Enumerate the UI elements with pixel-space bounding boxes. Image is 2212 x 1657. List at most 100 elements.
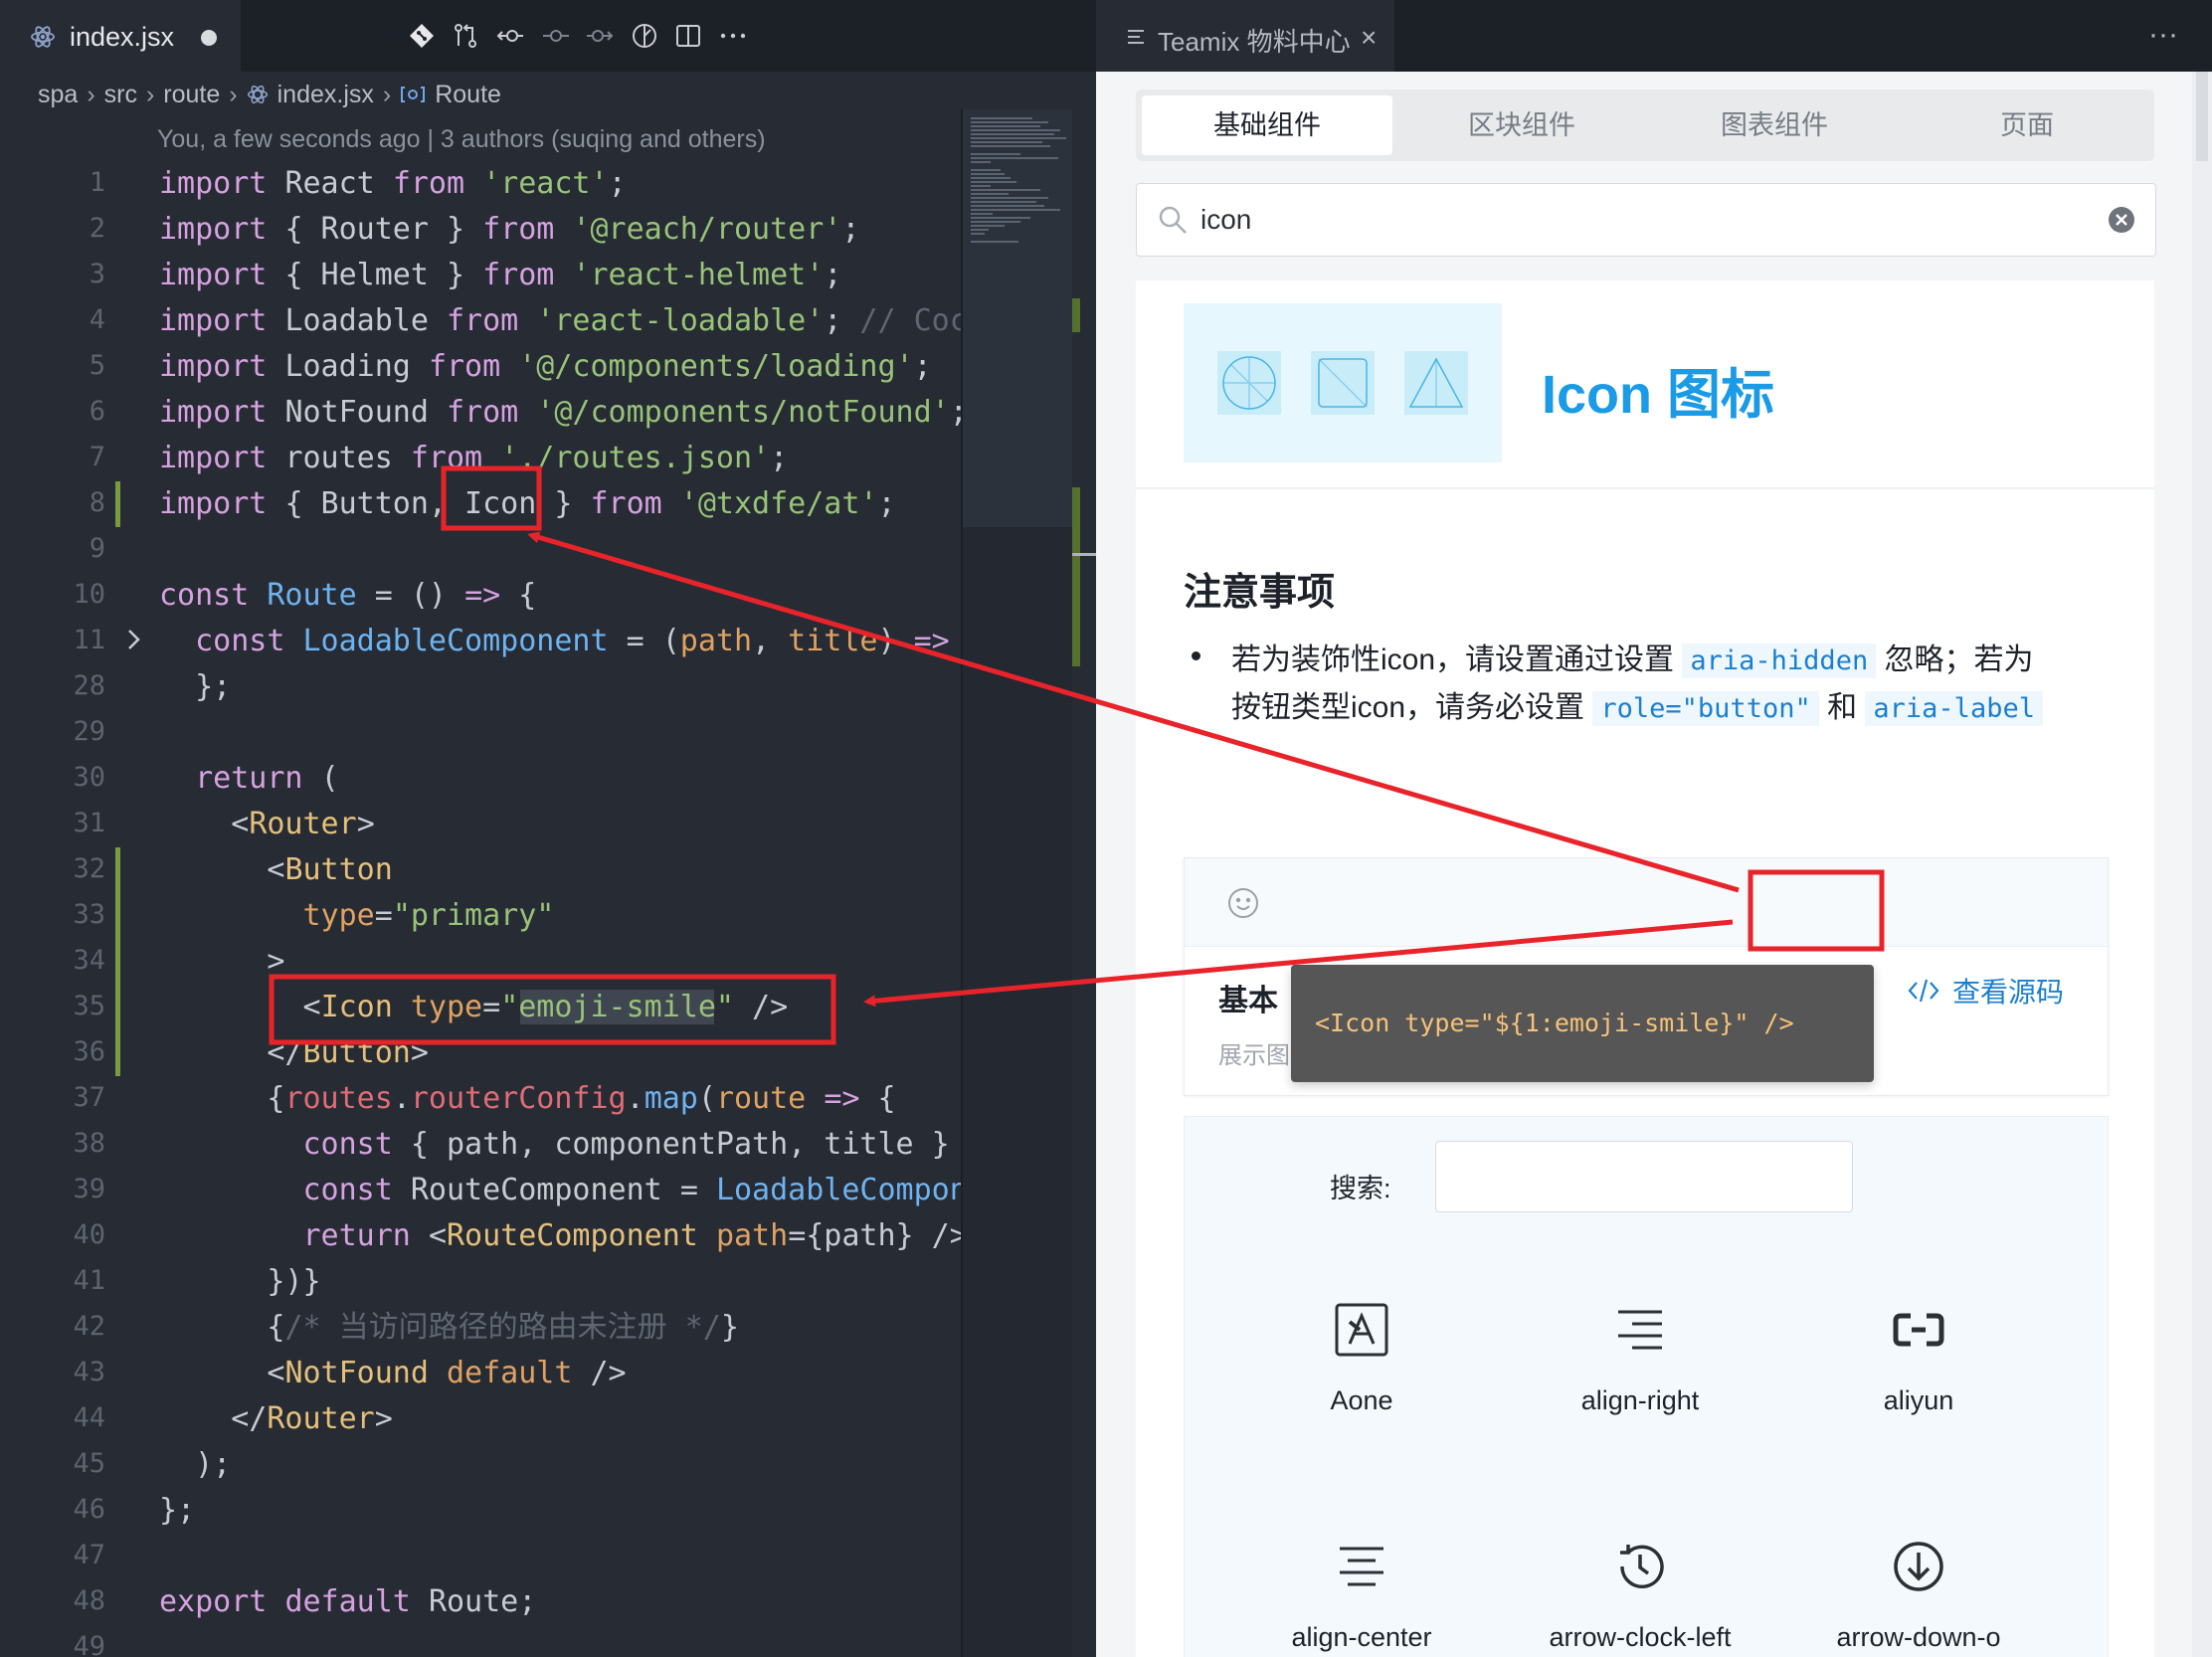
minimap-line [971, 193, 1009, 195]
breadcrumb-item[interactable]: index.jsx [277, 81, 374, 109]
line-number: 5 [89, 350, 105, 381]
code-line[interactable]: <Icon type="emoji-smile" /> [159, 985, 788, 1030]
code-token: /> [590, 1356, 627, 1390]
component-search-input[interactable]: icon [1136, 183, 2156, 257]
code-line[interactable]: return ( [159, 756, 339, 802]
minimap-line [971, 221, 1020, 223]
code-line[interactable]: const LoadableComponent = (path, title) … [159, 619, 950, 664]
fold-chevron-icon[interactable] [123, 625, 145, 654]
code-token: import [159, 258, 285, 292]
more-actions-icon[interactable] [718, 22, 748, 50]
breadcrumb-item[interactable]: route [163, 81, 220, 109]
minimap-viewport[interactable] [963, 109, 1074, 527]
minimap-line [971, 217, 1030, 219]
code-token: map [644, 1081, 698, 1116]
code-line[interactable]: const { path, componentPath, title } [159, 1122, 949, 1168]
editor-tab-index-jsx[interactable]: index.jsx [0, 0, 241, 72]
clear-icon[interactable] [2108, 206, 2135, 234]
more-actions-icon[interactable]: ··· [2148, 18, 2178, 52]
minimap-line [971, 181, 1016, 183]
code-token: Button [284, 852, 393, 887]
code-line[interactable]: export default Route; [159, 1579, 536, 1625]
circle-shape-icon [1222, 356, 1276, 410]
breadcrumb-item[interactable]: src [104, 81, 137, 109]
code-token: path [679, 624, 753, 658]
code-line[interactable]: }; [159, 1488, 195, 1534]
panel-scrollbar[interactable] [2192, 72, 2212, 1657]
code-token: </ [159, 1035, 303, 1070]
minimap[interactable] [961, 109, 1074, 1657]
code-token: Button [302, 1035, 411, 1070]
commit-icon[interactable] [541, 22, 571, 50]
icon-item-aone[interactable]: Aone [1222, 1302, 1501, 1471]
code-line[interactable]: </Button> [159, 1030, 429, 1076]
code-token: < [159, 990, 321, 1024]
code-line[interactable]: <Button [159, 847, 393, 893]
code-token: => [913, 624, 950, 658]
code-line[interactable]: const RouteComponent = LoadableCompon [159, 1168, 961, 1213]
code-line[interactable]: import React from 'react'; [159, 161, 627, 207]
line-number: 29 [73, 716, 105, 747]
icon-item-align-right[interactable]: align-right [1501, 1302, 1779, 1471]
close-icon[interactable]: × [1361, 22, 1377, 54]
code-line[interactable]: })} [159, 1259, 320, 1305]
code-line[interactable]: }; [159, 664, 231, 710]
arrow-clock-left-icon [1620, 1545, 1664, 1588]
view-source-button[interactable]: 查看源码 [1907, 968, 2064, 1013]
code-line[interactable]: </Router> [159, 1396, 393, 1442]
git-blame-annotation[interactable]: You, a few seconds ago | 3 authors (suqi… [157, 125, 766, 154]
code-token: from [447, 395, 537, 430]
icon-item-align-center[interactable]: align-center [1222, 1539, 1501, 1657]
line-number: 11 [73, 625, 105, 655]
scroll-thumb[interactable] [2196, 72, 2208, 161]
line-number: 32 [73, 853, 105, 884]
code-token: ( [697, 1081, 716, 1116]
line-number: 3 [89, 259, 105, 289]
code-token: { Helmet } [284, 258, 483, 292]
code-line[interactable]: {/* 当访问路径的路由未注册 */} [159, 1305, 739, 1351]
demo-title: 基本 [1218, 985, 1278, 1017]
code-line[interactable]: > [159, 939, 284, 985]
code-line[interactable]: {routes.routerConfig.map(route => { [159, 1076, 895, 1122]
symbol-variable-icon [401, 87, 426, 102]
tab-basic-components[interactable]: 基础组件 [1142, 95, 1392, 155]
compare-changes-icon[interactable] [452, 22, 479, 50]
code-line[interactable]: type="primary" [159, 893, 554, 939]
code-line[interactable]: return <RouteComponent path={path} /> [159, 1213, 961, 1259]
tab-pages[interactable]: 页面 [1902, 95, 2152, 155]
icon-label: aliyun [1883, 1385, 1954, 1415]
code-editor[interactable]: index.jsx spa › src › route › index.jsx › Ro… [0, 0, 1096, 1657]
code-area[interactable]: import React from 'react'; import { Route… [159, 161, 961, 1657]
code-token: . [392, 1081, 411, 1116]
icon-item-aliyun[interactable]: aliyun [1779, 1302, 2058, 1471]
tab-chart-components[interactable]: 图表组件 [1649, 95, 1900, 155]
code-line[interactable]: import Loadable from 'react-loadable'; /… [159, 298, 961, 344]
code-line[interactable]: ); [159, 1442, 231, 1488]
icon-search-input[interactable] [1435, 1141, 1853, 1212]
code-line[interactable]: import NotFound from '@/components/notFo… [159, 390, 961, 436]
code-line[interactable]: import routes from './routes.json'; [159, 436, 788, 481]
code-line[interactable]: <Router> [159, 802, 375, 847]
next-change-icon[interactable] [585, 22, 615, 50]
icon-item-arrow-clock-left[interactable]: arrow-clock-left [1501, 1539, 1779, 1657]
chevron-right-icon: › [382, 80, 392, 108]
code-line[interactable]: const Route = () => { [159, 573, 536, 619]
editor-scrollbar[interactable] [1072, 109, 1096, 1657]
panel-tab-teamix[interactable]: Teamix 物料中心 × [1096, 0, 1394, 72]
breadcrumb-item[interactable]: spa [38, 81, 78, 109]
code-line[interactable]: import { Button, Icon } from '@txdfe/at'… [159, 481, 896, 527]
tab-block-components[interactable]: 区块组件 [1396, 95, 1647, 155]
code-line[interactable]: import { Router } from '@reach/router'; [159, 207, 859, 253]
icon-item-arrow-down-o[interactable]: arrow-down-o [1779, 1539, 2058, 1657]
previous-change-icon[interactable] [495, 22, 525, 50]
timeline-icon[interactable] [631, 22, 658, 50]
git-diamond-icon[interactable] [408, 22, 436, 50]
search-label: 搜索: [1330, 1174, 1391, 1203]
code-line[interactable]: import Loading from '@/components/loadin… [159, 344, 932, 390]
unsaved-dot-icon[interactable] [201, 30, 217, 46]
code-line[interactable]: import { Helmet } from 'react-helmet'; [159, 253, 841, 298]
split-editor-icon[interactable] [674, 22, 702, 50]
breadcrumb-item[interactable]: Route [435, 81, 501, 109]
code-token: route [715, 1081, 825, 1116]
code-line[interactable]: <NotFound default /> [159, 1351, 627, 1396]
